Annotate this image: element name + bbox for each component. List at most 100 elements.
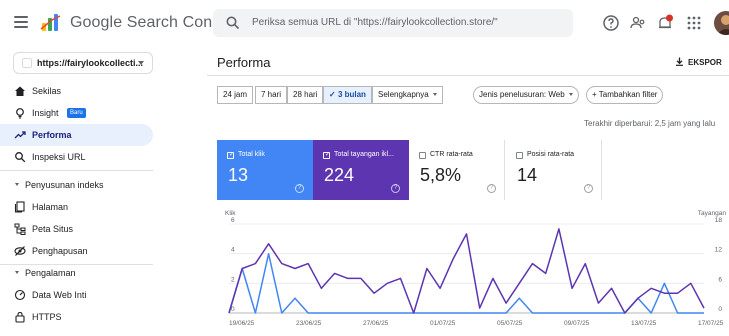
- sidebar-item-label: HTTPS: [32, 312, 62, 322]
- metric-value: 13: [228, 165, 249, 185]
- sidebar-item-label: Sekilas: [32, 86, 62, 96]
- performance-chart-svg: Klik Tayangan 0 2 4 6 0 6 12 18 19/06/25 23/06/25 27…: [225, 210, 727, 327]
- y-axis-left-title: Klik: [225, 210, 236, 217]
- gauge-icon: [14, 289, 26, 301]
- trending-icon: [14, 131, 26, 139]
- export-button[interactable]: EKSPOR: [675, 57, 722, 67]
- search-icon: [226, 16, 240, 30]
- sidebar-item-https[interactable]: HTTPS: [0, 306, 153, 328]
- help-icon[interactable]: ?: [584, 184, 593, 193]
- sidebar-nav: https://fairylookcollecti... Sekilas Ins…: [0, 46, 207, 336]
- property-selector[interactable]: https://fairylookcollecti...: [13, 52, 153, 74]
- manage-users-icon[interactable]: [628, 13, 648, 33]
- metric-label: Total tayangan ikl...: [334, 151, 394, 158]
- sidebar-item-sekilas[interactable]: Sekilas: [0, 80, 153, 102]
- metric-card-average-position[interactable]: Posisi rata-rata 14 ?: [506, 140, 602, 200]
- x-axis-tick: 09/07/25: [564, 320, 590, 327]
- sidebar-item-label: Insight: [32, 108, 59, 118]
- sidebar-item-label: Inspeksi URL: [32, 152, 86, 162]
- chevron-down-icon: [568, 93, 573, 96]
- section-penyusunan-indeks[interactable]: Penyusunan indeks: [0, 174, 153, 196]
- sidebar-item-label: Performa: [32, 130, 72, 140]
- checkbox-checked-icon[interactable]: ✓: [227, 152, 234, 159]
- x-axis-tick: 01/07/25: [430, 320, 456, 327]
- property-label: https://fairylookcollecti...: [37, 58, 144, 68]
- checkbox-unchecked-icon[interactable]: [516, 152, 523, 159]
- chevron-down-icon: [15, 183, 19, 186]
- export-label: EKSPOR: [688, 58, 722, 67]
- last-updated-text: Terakhir diperbarui: 2,5 jam yang lalu: [584, 119, 716, 128]
- url-inspect-search-bar[interactable]: Periksa semua URL di "https://fairylookc…: [213, 9, 573, 37]
- sidebar-item-label: Halaman: [32, 202, 69, 212]
- metric-card-total-clicks[interactable]: ✓ Total klik 13 ?: [217, 140, 313, 200]
- home-icon: [15, 86, 25, 96]
- plus-icon: +: [592, 90, 599, 99]
- sidebar-item-inspeksi-url[interactable]: Inspeksi URL: [0, 146, 153, 168]
- account-avatar[interactable]: [714, 11, 729, 35]
- search-type-filter[interactable]: Jenis penelusuran: Web: [473, 86, 579, 104]
- chevron-down-icon: [432, 93, 437, 96]
- section-label: Penyusunan indeks: [25, 180, 104, 190]
- search-type-label: Jenis penelusuran: Web: [479, 90, 565, 99]
- range-24-hours-chip[interactable]: 24 jam: [217, 86, 254, 104]
- metric-card-average-ctr[interactable]: CTR rata-rata 5,8% ?: [409, 140, 505, 200]
- sidebar-item-peta-situs[interactable]: Peta Situs: [0, 218, 153, 240]
- y-axis-right-tick: 12: [715, 247, 723, 254]
- metric-label: Posisi rata-rata: [527, 151, 575, 158]
- help-icon[interactable]: [601, 13, 621, 33]
- checkbox-checked-icon[interactable]: ✓: [323, 152, 330, 159]
- x-axis-tick: 27/06/25: [363, 320, 389, 327]
- metric-value: 14: [517, 165, 538, 185]
- metric-label: CTR rata-rata: [430, 151, 473, 158]
- x-axis-tick: 05/07/25: [497, 320, 523, 327]
- y-axis-left-tick: 0: [231, 306, 235, 313]
- sidebar-item-penghapusan[interactable]: Penghapusan: [0, 240, 153, 262]
- main-menu-icon[interactable]: [14, 16, 28, 28]
- sidebar-item-label: Peta Situs: [32, 224, 74, 234]
- y-axis-right-tick: 18: [715, 217, 723, 224]
- more-ranges-dropdown[interactable]: Selengkapnya: [372, 86, 443, 104]
- sidebar-item-performa[interactable]: Performa: [0, 124, 153, 146]
- top-app-bar: Google Search Console Periksa semua URL …: [0, 0, 729, 46]
- download-icon: [676, 57, 683, 66]
- y-axis-left-tick: 6: [231, 217, 235, 224]
- apps-grid-icon[interactable]: [684, 13, 704, 33]
- pages-icon: [14, 201, 25, 213]
- sidebar-item-halaman[interactable]: Halaman: [0, 196, 153, 218]
- range-3-months-label: 3 bulan: [337, 90, 366, 99]
- checkbox-unchecked-icon[interactable]: [419, 152, 426, 159]
- y-axis-right-tick: 6: [718, 276, 722, 283]
- x-axis-tick: 13/07/25: [631, 320, 657, 327]
- y-axis-right-title: Tayangan: [698, 210, 727, 217]
- metric-value: 224: [324, 165, 355, 185]
- sidebar-divider: [0, 170, 153, 171]
- add-filter-button[interactable]: + Tambahkan filter: [586, 86, 664, 104]
- range-3-months-chip[interactable]: ✓ 3 bulan: [323, 86, 372, 104]
- page-header: Performa EKSPOR: [207, 46, 729, 76]
- more-ranges-label: Selengkapnya: [378, 90, 429, 99]
- sidebar-item-insight[interactable]: Insight Baru: [0, 102, 153, 124]
- check-icon: ✓: [329, 90, 338, 99]
- range-7-days-chip[interactable]: 7 hari: [255, 86, 288, 104]
- help-icon[interactable]: ?: [295, 184, 304, 193]
- metric-card-total-impressions[interactable]: ✓ Total tayangan ikl... 224 ?: [313, 140, 409, 200]
- lightbulb-icon: [16, 108, 24, 119]
- sidebar-item-label: Data Web Inti: [32, 290, 87, 300]
- metric-label: Total klik: [238, 151, 265, 158]
- performance-chart[interactable]: Klik Tayangan 0 2 4 6 0 6 12 18 19/06/25 23/06/25 27…: [207, 200, 729, 336]
- search-icon: [15, 152, 26, 163]
- x-axis-tick: 19/06/25: [229, 320, 255, 327]
- help-icon[interactable]: ?: [487, 184, 496, 193]
- property-favicon-icon: [22, 58, 32, 68]
- sidebar-item-data-web-inti[interactable]: Data Web Inti: [0, 284, 153, 306]
- range-28-days-chip[interactable]: 28 hari: [287, 86, 324, 104]
- page-title: Performa: [217, 55, 271, 70]
- new-badge: Baru: [67, 108, 86, 118]
- help-icon[interactable]: ?: [391, 184, 400, 193]
- metric-value: 5,8%: [420, 165, 462, 185]
- section-pengalaman[interactable]: Pengalaman: [0, 262, 153, 284]
- x-axis-tick: 23/06/25: [296, 320, 322, 327]
- search-input[interactable]: Periksa semua URL di "https://fairylookc…: [252, 17, 498, 28]
- y-axis-left-tick: 2: [231, 276, 235, 283]
- notifications-icon[interactable]: [655, 13, 675, 33]
